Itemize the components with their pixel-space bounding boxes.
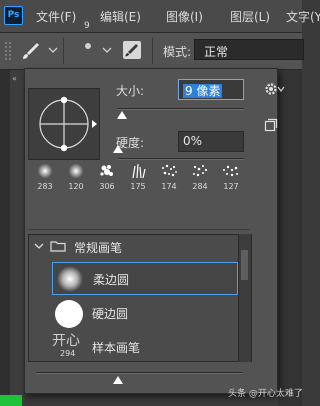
blend-mode-select[interactable]: 正常: [194, 39, 304, 60]
menu-image[interactable]: 图像(I): [166, 8, 203, 25]
preview-size-slider-track[interactable]: [36, 372, 242, 374]
watermark-text: 头条 @开心太难了: [228, 389, 303, 399]
document-area: [278, 70, 302, 406]
recent-brush[interactable]: 127: [217, 160, 245, 194]
spray-tip-icon: [223, 165, 238, 177]
toolbar-grip-icon: [5, 42, 11, 60]
recent-brush[interactable]: 175: [124, 160, 152, 194]
tool-preset-chevron-down-icon[interactable]: [48, 46, 58, 54]
size-input[interactable]: 9 像素: [178, 79, 244, 100]
options-divider: [63, 38, 64, 64]
recent-brush[interactable]: 174: [155, 160, 183, 194]
folder-icon: [50, 241, 66, 252]
recent-brush-size: 120: [68, 182, 84, 191]
brush-settings-panel-icon[interactable]: [122, 40, 142, 60]
folder-chevron-down-icon[interactable]: [34, 241, 44, 251]
size-label: 大小:: [116, 84, 145, 98]
recent-brush[interactable]: 284: [186, 160, 214, 194]
brush-item-soft-round[interactable]: 柔边圆: [52, 262, 238, 295]
spray-tip-icon: [162, 164, 177, 177]
collapse-chevron-icon[interactable]: «: [12, 74, 17, 83]
brush-list-scroll-thumb[interactable]: [241, 250, 248, 280]
spray-tip-icon: [193, 165, 208, 177]
recent-brush-size: 127: [223, 182, 239, 191]
brush-angle-roundness-widget[interactable]: [28, 88, 108, 160]
recent-brush[interactable]: 120: [62, 160, 90, 194]
brush-item-sample[interactable]: 开心 294 样本画笔: [52, 330, 238, 362]
recent-brush[interactable]: 306: [93, 160, 121, 194]
photoshop-logo[interactable]: Ps: [4, 6, 23, 25]
soft-round-brush-icon: [57, 266, 83, 292]
tools-panel-edge: [0, 70, 10, 406]
options-divider: [152, 38, 153, 64]
recent-brush-size: 283: [37, 182, 53, 191]
recent-brushes-row: 283 120 306 175 174 284 127: [29, 160, 251, 194]
brush-picker-dot-icon[interactable]: [80, 38, 96, 54]
sample-brush-size: 294: [60, 349, 76, 358]
soft-round-tip-icon: [37, 163, 53, 179]
grass-tip-icon: [132, 163, 146, 179]
recent-brush-size: 306: [99, 182, 115, 191]
recent-brush[interactable]: 283: [31, 160, 59, 194]
hardness-slider-handle[interactable]: [113, 145, 123, 153]
hardness-input[interactable]: 0%: [178, 131, 244, 152]
splatter-tip-icon: [100, 165, 113, 176]
menu-file[interactable]: 文件(F): [36, 8, 76, 25]
size-slider-handle[interactable]: [116, 111, 127, 119]
menu-layer[interactable]: 图层(L): [230, 8, 270, 25]
brush-tool-icon[interactable]: [20, 40, 42, 62]
brush-item-hard-round[interactable]: 硬边圆: [52, 297, 238, 330]
hard-round-brush-icon: [55, 300, 83, 328]
size-input-selected-text: 9 像素: [183, 84, 223, 98]
foreground-color-swatch[interactable]: [0, 395, 22, 406]
menu-type[interactable]: 文字(Y): [286, 8, 320, 25]
size-slider-track[interactable]: [118, 108, 244, 110]
panel-divider: [28, 229, 250, 230]
brush-size-readout: 9: [84, 21, 90, 31]
recent-brush-size: 174: [161, 182, 177, 191]
brush-item-name: 柔边圆: [93, 273, 130, 287]
soft-round-tip-icon: [68, 163, 84, 179]
recent-brush-size: 175: [130, 182, 146, 191]
create-new-preset-icon[interactable]: [264, 118, 278, 132]
canvas-strip: [10, 70, 24, 406]
preview-size-slider-handle[interactable]: [113, 376, 124, 384]
brush-item-name: 样本画笔: [92, 341, 141, 355]
recent-brush-size: 284: [192, 182, 208, 191]
menu-edit[interactable]: 编辑(E): [100, 8, 141, 25]
mode-label: 模式:: [163, 45, 192, 59]
brush-picker-chevron-down-icon[interactable]: [102, 46, 112, 54]
brush-item-name: 硬边圆: [92, 307, 129, 321]
sample-brush-icon: 开心: [52, 333, 80, 349]
panel-settings-gear-icon[interactable]: [264, 82, 288, 96]
folder-name[interactable]: 常规画笔: [74, 239, 122, 256]
